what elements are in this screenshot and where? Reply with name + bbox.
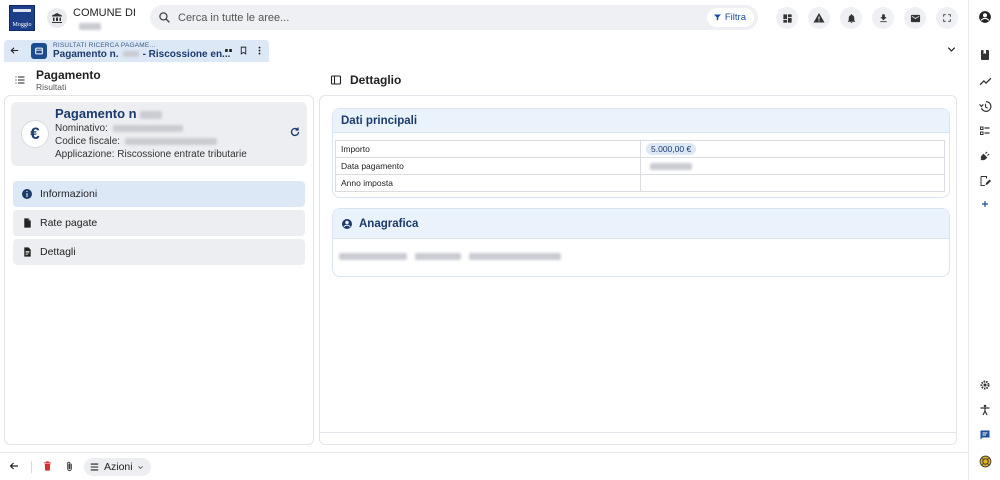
row-label: Importo	[335, 140, 641, 158]
edit-note-icon[interactable]	[978, 174, 992, 188]
comune-label: COMUNE DI	[73, 7, 136, 19]
payment-summary-card: € Pagamento n Nominativo: Codice fiscale…	[11, 102, 307, 166]
filter-button[interactable]: Filtra	[706, 8, 754, 27]
row-value: 5.000,00 €	[640, 140, 945, 158]
payment-title: Pagamento n	[55, 106, 163, 121]
comune-name-redacted	[79, 20, 101, 32]
account-icon[interactable]	[978, 10, 992, 24]
menu-item-dettagli[interactable]: Dettagli	[13, 239, 305, 265]
filter-icon	[714, 14, 721, 21]
left-panel-subtitle: Risultati	[36, 82, 67, 92]
notifications-icon[interactable]	[840, 7, 862, 29]
accessibility-icon[interactable]	[978, 403, 992, 417]
filter-label: Filtra	[724, 12, 746, 23]
dashboard-icon[interactable]	[776, 7, 798, 29]
page-type-icon	[31, 43, 47, 59]
menu-item-label: Dettagli	[40, 246, 76, 258]
help-icon[interactable]	[978, 454, 992, 468]
info-icon	[20, 187, 34, 201]
chat-icon[interactable]	[978, 428, 992, 442]
tab-pagamento[interactable]: RISULTATI RICERCA PAGAME... Pagamento n.…	[4, 40, 269, 62]
back-icon[interactable]	[8, 460, 20, 472]
anagrafica-content-redacted	[339, 253, 561, 260]
search-input[interactable]	[178, 9, 658, 26]
more-vert-icon[interactable]	[255, 46, 264, 55]
tab-bar: RISULTATI RICERCA PAGAME... Pagamento n.…	[0, 38, 968, 63]
link-icon[interactable]	[224, 46, 233, 55]
menu-item-informazioni[interactable]: Informazioni	[13, 181, 305, 207]
euro-icon: €	[21, 120, 49, 148]
refresh-icon[interactable]	[289, 126, 301, 138]
plus-icon[interactable]	[978, 197, 992, 211]
delete-icon[interactable]	[42, 460, 53, 472]
divider	[31, 461, 32, 473]
row-label: Data pagamento	[335, 157, 641, 175]
importo-value: 5.000,00 €	[646, 143, 697, 155]
table-row: Data pagamento	[335, 157, 945, 175]
fullscreen-icon[interactable]	[936, 7, 958, 29]
top-bar: Moggio COMUNE DI Filtra	[0, 0, 968, 36]
chevron-down-icon	[137, 465, 143, 469]
back-arrow-icon[interactable]	[9, 45, 20, 56]
comune-logo[interactable]: Moggio	[9, 5, 35, 31]
menu-item-label: Informazioni	[40, 188, 98, 200]
book-icon[interactable]	[978, 48, 992, 62]
checklist-icon[interactable]	[978, 124, 992, 138]
global-search: Filtra	[150, 5, 758, 30]
section-title: Dati principali	[333, 109, 949, 133]
menu-item-label: Rate pagate	[40, 217, 98, 229]
table-row: Anno imposta	[335, 174, 945, 192]
chevron-down-icon[interactable]	[946, 44, 957, 55]
bank-icon[interactable]	[47, 8, 67, 28]
download-icon[interactable]	[872, 7, 894, 29]
menu-item-rate-pagate[interactable]: Rate pagate	[13, 210, 305, 236]
document-detail-icon	[20, 245, 34, 259]
section-anagrafica: Anagrafica	[332, 208, 950, 277]
account-circle-icon	[342, 218, 352, 229]
section-header: Anagrafica	[333, 209, 949, 239]
warning-icon[interactable]	[808, 7, 830, 29]
plugin-icon[interactable]	[978, 149, 992, 163]
breadcrumb-current: Pagamento n. - Riscossione en...	[53, 49, 231, 60]
mail-icon[interactable]	[904, 7, 926, 29]
azioni-menu-button[interactable]: Azioni	[84, 458, 151, 476]
panel-toggle-icon[interactable]	[330, 74, 342, 86]
bottom-action-bar: Azioni	[0, 452, 968, 480]
breadcrumb-parent[interactable]: RISULTATI RICERCA PAGAME...	[53, 42, 155, 49]
applicazione-line: Applicazione: Riscossione entrate tribut…	[55, 149, 247, 160]
nominativo-line: Nominativo:	[55, 123, 183, 134]
settings-icon[interactable]	[978, 378, 992, 392]
dati-principali-table: Importo 5.000,00 € Data pagamento Anno i…	[335, 140, 945, 192]
right-panel-title: Dettaglio	[350, 73, 402, 87]
search-icon	[158, 11, 171, 24]
trending-icon[interactable]	[978, 74, 992, 88]
left-panel-title: Pagamento	[36, 68, 101, 82]
row-value	[640, 174, 945, 192]
document-icon	[20, 216, 34, 230]
bookmark-icon[interactable]	[239, 46, 248, 55]
section-dati-principali: Dati principali Importo 5.000,00 € Data …	[332, 108, 950, 198]
attachment-icon[interactable]	[64, 460, 75, 473]
azioni-label: Azioni	[104, 461, 133, 473]
panel-footer-divider	[320, 432, 956, 444]
row-value	[640, 157, 945, 175]
right-rail	[968, 0, 1000, 480]
left-panel: € Pagamento n Nominativo: Codice fiscale…	[4, 95, 314, 445]
menu-icon	[90, 463, 99, 471]
codice-fiscale-line: Codice fiscale:	[55, 136, 217, 147]
row-label: Anno imposta	[335, 174, 641, 192]
logo-text: Moggio	[12, 22, 32, 28]
section-title: Anagrafica	[359, 217, 419, 230]
right-panel: Dati principali Importo 5.000,00 € Data …	[319, 95, 957, 445]
list-icon[interactable]	[14, 74, 26, 86]
history-icon[interactable]	[978, 99, 992, 113]
table-row: Importo 5.000,00 €	[335, 140, 945, 158]
